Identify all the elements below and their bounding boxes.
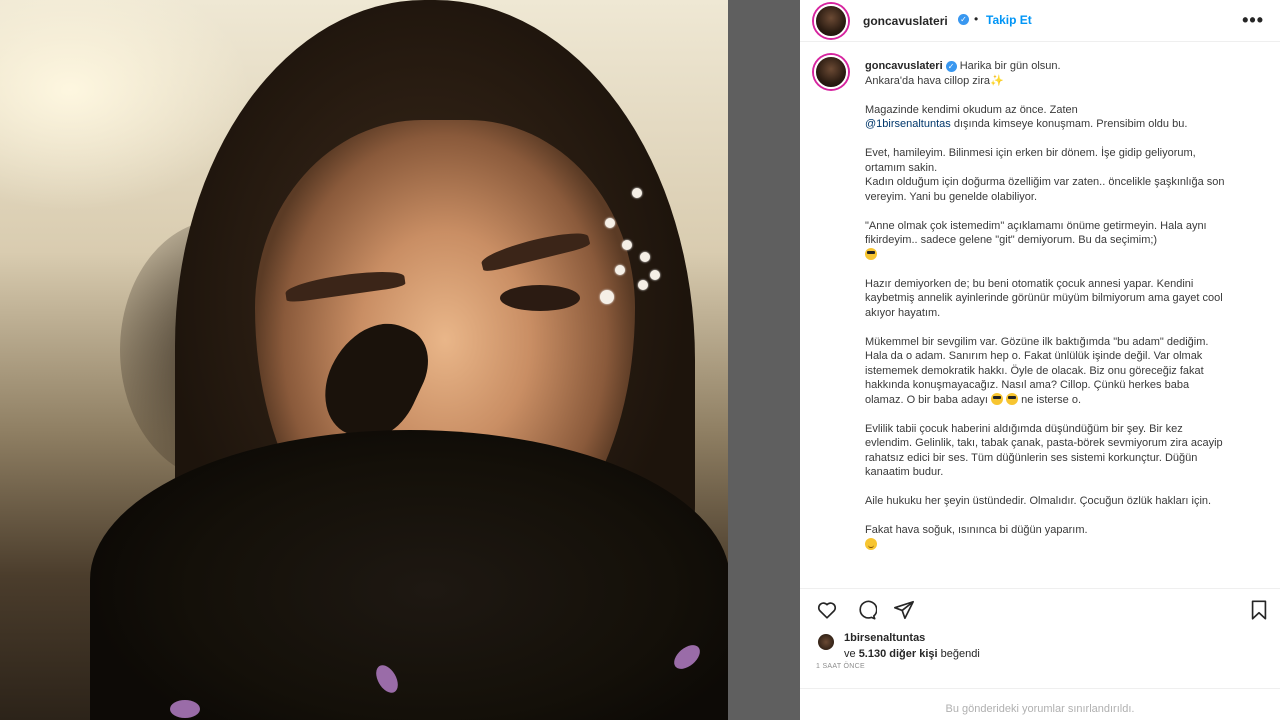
caption-line: Kadın olduğum için doğurma özelliğim var… — [865, 176, 1225, 203]
more-options-icon[interactable]: ••• — [1242, 10, 1264, 31]
caption-text: goncavuslateri ✓ Harika bir gün olsun. An… — [865, 59, 1225, 567]
caption-line: Magazinde kendimi okudum az önce. Zaten — [865, 103, 1078, 116]
fingernail — [170, 700, 200, 718]
bookmark-icon[interactable] — [1248, 599, 1270, 621]
right-eye — [500, 285, 580, 311]
sunglasses-emoji-icon — [865, 247, 877, 260]
caption-line: Aile hukuku her şeyin üstündedir. Olmalı… — [865, 495, 1212, 507]
face-gem — [605, 218, 615, 228]
header-username[interactable]: goncavuslateri — [863, 14, 948, 28]
feather-collar — [90, 430, 728, 720]
caption-line: "Anne olmak çok istemedim" açıklamamı ön… — [865, 219, 1207, 247]
separator-dot: • — [974, 12, 979, 26]
likes-count-link[interactable]: 5.130 diğer kişi — [859, 648, 938, 660]
caption-line: Harika bir gün olsun. — [959, 60, 1061, 72]
caption-line: Fakat hava soğuk, ısınınca bi düğün yapa… — [865, 524, 1088, 536]
share-icon[interactable] — [893, 599, 915, 621]
face-gem — [632, 188, 642, 198]
likes-count-line: ve 5.130 diğer kişi beğendi — [844, 648, 980, 660]
face-gem — [600, 290, 614, 304]
avatar[interactable] — [814, 4, 848, 38]
caption-line: dışında kimseye konuşmam. Prensibim oldu… — [953, 118, 1188, 130]
follow-button[interactable]: Takip Et — [986, 13, 1032, 27]
caption-area[interactable]: goncavuslateri ✓ Harika bir gün olsun. An… — [800, 43, 1280, 588]
sunglasses-emoji-icon — [990, 392, 1003, 405]
caption-line: Evet, hamileyim. Bilinmesi için erken bi… — [865, 147, 1196, 174]
face-gem — [640, 252, 650, 262]
mention-link[interactable]: @1birsenaltuntas — [865, 118, 951, 130]
caption-line: Ankara'da hava cillop zira — [865, 74, 991, 87]
post-header: goncavuslateri ✓ • Takip Et ••• — [800, 0, 1280, 42]
post-timestamp[interactable]: 1 SAAT ÖNCE — [816, 663, 865, 670]
liker-avatar[interactable] — [818, 634, 834, 650]
heart-icon[interactable] — [816, 599, 838, 621]
comment-icon[interactable] — [855, 599, 877, 621]
sparkles-icon: ✨ — [990, 74, 1004, 87]
post-side-panel: goncavuslateri ✓ • Takip Et ••• goncavus… — [800, 0, 1280, 720]
caption-username[interactable]: goncavuslateri — [865, 60, 943, 72]
caption-avatar[interactable] — [814, 55, 848, 89]
likes-suffix: beğendi — [940, 648, 980, 660]
face-gem — [615, 265, 625, 275]
post-photo[interactable] — [0, 0, 728, 720]
liker-username[interactable]: 1birsenaltuntas — [844, 632, 925, 644]
likes-prefix: ve — [844, 648, 856, 660]
post-actions-bar — [800, 588, 1280, 628]
face-gem — [638, 280, 648, 290]
face-gem — [622, 240, 632, 250]
face-gem — [650, 270, 660, 280]
verified-badge-icon: ✓ — [945, 60, 957, 72]
verified-badge-icon: ✓ — [958, 14, 969, 25]
caption-line: Evlilik tabii çocuk haberini aldığımda d… — [865, 422, 1223, 479]
comments-limited-notice: Bu gönderideki yorumlar sınırlandırıldı. — [800, 688, 1280, 720]
smile-emoji-icon — [865, 537, 877, 550]
caption-line: ne isterse o. — [1021, 393, 1082, 406]
sunglasses-emoji-icon — [1006, 392, 1019, 405]
caption-line: Hazır demiyorken de; bu beni otomatik ço… — [865, 277, 1223, 319]
